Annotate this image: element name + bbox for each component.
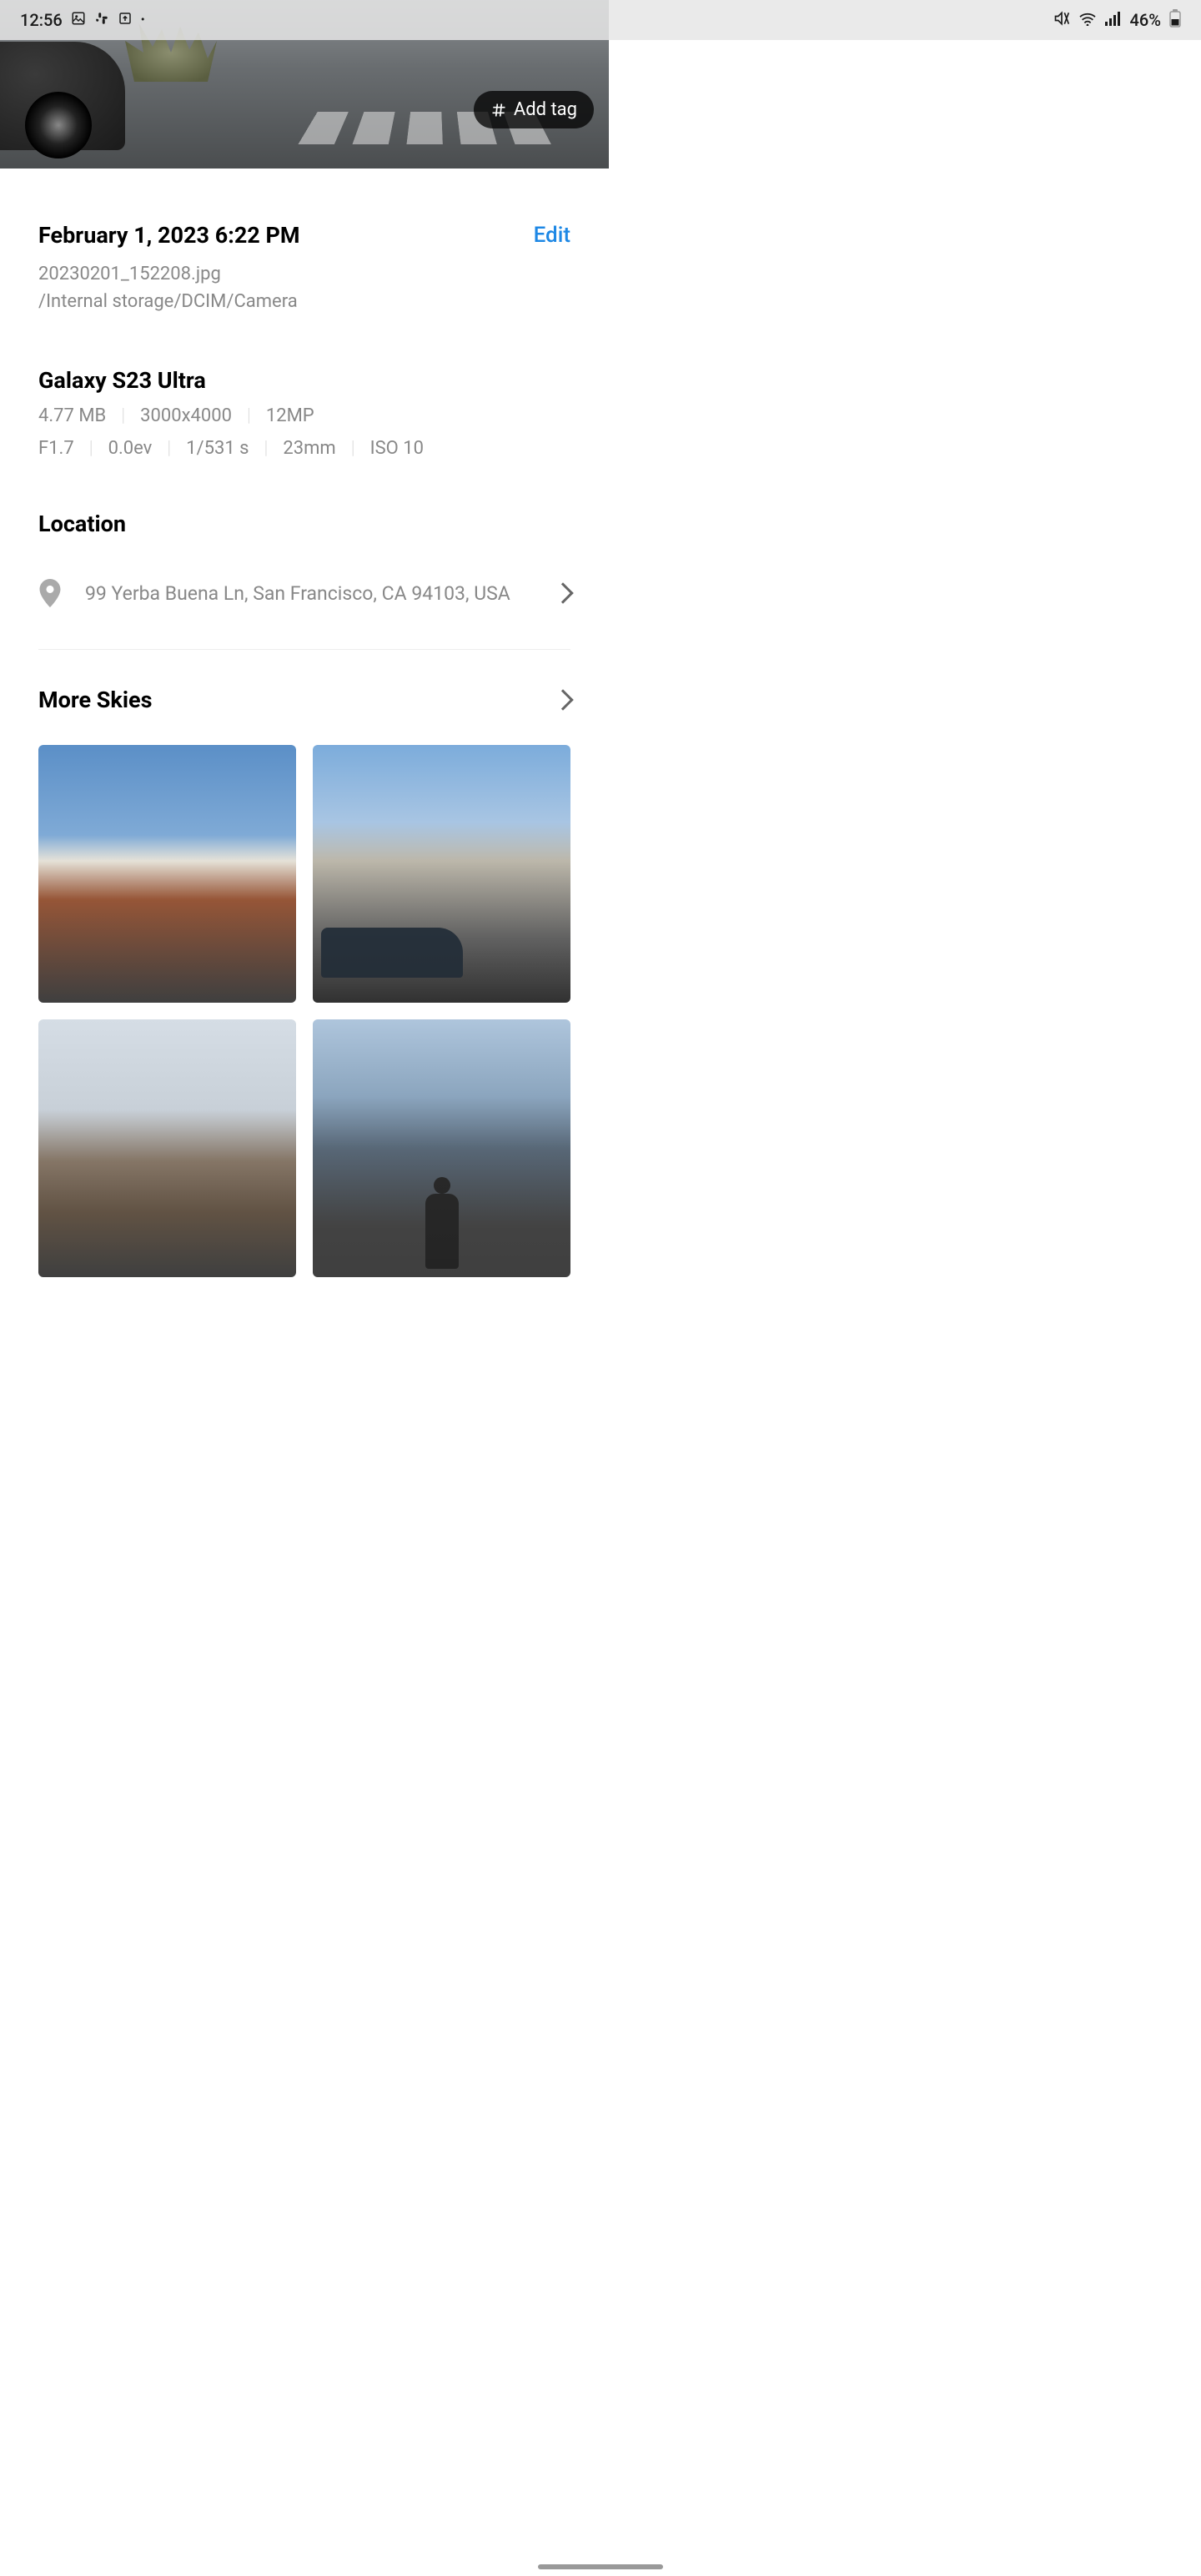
shutter: 1/531 s — [186, 438, 249, 459]
photo-datetime: February 1, 2023 6:22 PM — [38, 222, 300, 249]
gallery-icon — [71, 10, 86, 30]
status-left: 12:56 • — [20, 10, 145, 30]
wifi-icon — [1078, 10, 1097, 30]
navigation-handle[interactable] — [538, 2564, 663, 2569]
thumbnail[interactable] — [313, 1019, 570, 1277]
signal-icon — [1105, 10, 1122, 30]
thumbnail[interactable] — [38, 1019, 296, 1277]
more-skies-header[interactable]: More Skies — [38, 687, 570, 713]
status-time: 12:56 — [20, 10, 63, 30]
thumbnail[interactable] — [38, 745, 296, 1003]
device-name: Galaxy S23 Ultra — [38, 367, 570, 394]
add-tag-label: Add tag — [514, 99, 577, 120]
address: 99 Yerba Buena Ln, San Francisco, CA 941… — [85, 582, 555, 605]
thumbnail-grid — [38, 745, 570, 1277]
thumbnail[interactable] — [313, 745, 570, 1003]
mute-icon — [1053, 10, 1070, 31]
resolution: 3000x4000 — [140, 405, 232, 426]
status-right: 46% — [1053, 9, 1181, 32]
battery-percent: 46% — [1130, 10, 1161, 30]
slack-icon — [94, 10, 109, 30]
add-tag-button[interactable]: Add tag — [474, 91, 594, 128]
chevron-right-icon — [552, 689, 573, 710]
iso: ISO 10 — [370, 438, 424, 459]
chevron-right-icon — [552, 582, 573, 603]
location-row[interactable]: 99 Yerba Buena Ln, San Francisco, CA 941… — [38, 579, 570, 650]
spec-line-1: 4.77 MB | 3000x4000 | 12MP — [38, 405, 570, 426]
more-title: More Skies — [38, 687, 152, 713]
dot-icon: • — [141, 13, 145, 27]
edit-button[interactable]: Edit — [534, 223, 570, 248]
spec-line-2: F1.7 | 0.0ev | 1/531 s | 23mm | ISO 10 — [38, 438, 570, 459]
battery-icon — [1169, 9, 1181, 32]
location-title: Location — [38, 511, 570, 537]
filepath: /Internal storage/DCIM/Camera — [38, 288, 570, 315]
status-bar: 12:56 • 46% — [0, 0, 1201, 40]
upload-icon — [118, 10, 133, 30]
megapixels: 12MP — [266, 405, 314, 426]
hash-icon — [490, 102, 507, 118]
filename: 20230201_152208.jpg — [38, 260, 570, 288]
location-pin-icon — [38, 579, 62, 607]
file-size: 4.77 MB — [38, 405, 106, 426]
aperture: F1.7 — [38, 438, 74, 459]
ev: 0.0ev — [108, 438, 153, 459]
focal-length: 23mm — [283, 438, 335, 459]
